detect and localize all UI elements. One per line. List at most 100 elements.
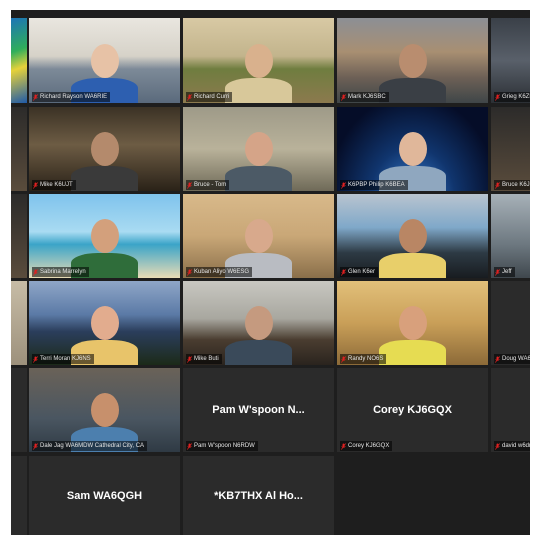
participant-name-tag: Bruce - Tom: [186, 180, 230, 190]
participant-name-tag: Richard Rayson WA6RIE: [32, 92, 111, 102]
mic-muted-icon: [341, 442, 346, 450]
participant-tile[interactable]: Mike K6UJT: [29, 107, 180, 191]
participant-tile[interactable]: [11, 456, 27, 535]
participant-name-tag: Jeff: [494, 267, 515, 277]
participant-name-tag: K6PBP Philip K6BEA: [340, 180, 408, 190]
participant-face: [398, 43, 427, 78]
participant-face: [244, 306, 273, 341]
participant-name-tag: Mike Buti: [186, 354, 222, 364]
mic-muted-icon: [33, 355, 38, 363]
participant-tile[interactable]: [11, 18, 27, 103]
participant-tile[interactable]: Terri Moran KJ6NS: [29, 281, 180, 365]
participant-name-tag: david w6dm: [494, 441, 530, 451]
participant-name-tag: Richard Curri: [186, 92, 233, 102]
participant-tile[interactable]: Bruce K6JCN: [491, 107, 530, 191]
participant-tile[interactable]: Richard Curri: [183, 18, 334, 103]
mic-muted-icon: [495, 355, 500, 363]
mic-muted-icon: [341, 355, 346, 363]
participant-tile[interactable]: Kuban Aliyo W6ESG: [183, 194, 334, 278]
participant-face: [90, 393, 119, 428]
mic-muted-icon: [33, 268, 38, 276]
participant-video: [11, 18, 27, 103]
participant-name: Kuban Aliyo W6ESG: [194, 269, 250, 275]
participant-name: Randy NO6S: [348, 356, 384, 362]
participant-name-tag: Randy NO6S: [340, 354, 387, 364]
participant-tile[interactable]: Mark KJ6SBC: [337, 18, 488, 103]
participant-video: [11, 194, 27, 278]
participant-tile[interactable]: Corey KJ6GQX Corey KJ6GQX: [337, 368, 488, 452]
participant-name: david w6dm: [502, 443, 530, 449]
participant-name: Richard Rayson WA6RIE: [40, 94, 108, 100]
participant-silhouette: [379, 252, 446, 278]
participant-tile[interactable]: Bruce - Tom: [183, 107, 334, 191]
participant-name: Bruce - Tom: [194, 182, 227, 188]
participant-tile[interactable]: *KB7THX Al Ho...: [183, 456, 334, 535]
mic-muted-icon: [495, 93, 500, 101]
mic-muted-icon: [33, 93, 38, 101]
participant-video: [11, 281, 27, 365]
mic-muted-icon: [187, 355, 192, 363]
participant-video: [491, 107, 530, 191]
participant-name: Grieg K6ZBB: [502, 94, 530, 100]
participant-name-tag: Dale Jag WA6MDW Cathedral City, CA: [32, 441, 148, 451]
participant-silhouette: [225, 165, 292, 191]
participant-name: Mike K6UJT: [40, 182, 73, 188]
participant-name-tag: Mike K6UJT: [32, 180, 76, 190]
participant-silhouette: [379, 339, 446, 365]
participant-name: Bruce K6JCN: [502, 182, 530, 188]
participant-name-tag: Grieg K6ZBB: [494, 92, 530, 102]
participant-tile[interactable]: Dale Jag WA6MDW Cathedral City, CA: [29, 368, 180, 452]
participant-face: [398, 306, 427, 341]
participant-tile[interactable]: Jeff: [491, 194, 530, 278]
mic-muted-icon: [187, 93, 192, 101]
participant-name-tag: Kuban Aliyo W6ESG: [186, 267, 253, 277]
participant-face: [398, 132, 427, 167]
participant-name-tag: Corey KJ6GQX: [340, 441, 393, 451]
participant-name-tag: Bruce K6JCN: [494, 180, 530, 190]
mic-muted-icon: [187, 181, 192, 189]
participant-name-tag: Mark KJ6SBC: [340, 92, 389, 102]
participant-face: [244, 219, 273, 254]
participant-video: [491, 18, 530, 103]
mic-muted-icon: [495, 442, 500, 450]
participant-tile[interactable]: Randy NO6S: [337, 281, 488, 365]
participant-name: Glen K6er: [348, 269, 376, 275]
participant-silhouette: [379, 77, 446, 103]
participant-display-name: Pam W'spoon N...: [212, 404, 305, 416]
participant-name: Mike Buti: [194, 356, 219, 362]
mic-muted-icon: [33, 181, 38, 189]
participant-name-tag: Doug WA6S: [494, 354, 530, 364]
participant-tile[interactable]: [11, 194, 27, 278]
participant-name: Pam W'spoon N6RDW: [194, 443, 255, 449]
participant-face: [244, 132, 273, 167]
mic-muted-icon: [341, 268, 346, 276]
participant-tile[interactable]: Grieg K6ZBB: [491, 18, 530, 103]
participant-name: Sabrina Marrelyn: [40, 269, 86, 275]
participant-name: K6PBP Philip K6BEA: [348, 182, 405, 188]
participant-name-tag: Sabrina Marrelyn: [32, 267, 89, 277]
participant-face: [90, 219, 119, 254]
participant-tile[interactable]: Mike Buti: [183, 281, 334, 365]
participant-name: Terri Moran KJ6NS: [40, 356, 91, 362]
participant-tile[interactable]: Sabrina Marrelyn: [29, 194, 180, 278]
participant-face: [244, 43, 273, 78]
participant-tile[interactable]: Doug WA6S: [491, 281, 530, 365]
participant-tile[interactable]: [11, 281, 27, 365]
participant-tile[interactable]: Pam W'spoon N... Pam W'spoon N6RDW: [183, 368, 334, 452]
participant-tile[interactable]: Richard Rayson WA6RIE: [29, 18, 180, 103]
participant-tile[interactable]: [11, 368, 27, 452]
participant-tile[interactable]: Sam WA6QGH: [29, 456, 180, 535]
participant-name: Jeff: [502, 269, 512, 275]
participant-tile[interactable]: Glen K6er: [337, 194, 488, 278]
participant-tile[interactable]: david w6dm: [491, 368, 530, 452]
participant-tile[interactable]: K6PBP Philip K6BEA: [337, 107, 488, 191]
video-gallery: Richard Rayson WA6RIE Richard Curri Mark K…: [11, 10, 530, 535]
participant-silhouette: [71, 165, 138, 191]
participant-silhouette: [225, 77, 292, 103]
participant-display-name: Sam WA6QGH: [66, 490, 143, 502]
participant-tile[interactable]: [11, 107, 27, 191]
mic-muted-icon: [495, 181, 500, 189]
mic-muted-icon: [33, 442, 38, 450]
participant-name: Corey KJ6GQX: [348, 443, 390, 449]
mic-muted-icon: [187, 268, 192, 276]
